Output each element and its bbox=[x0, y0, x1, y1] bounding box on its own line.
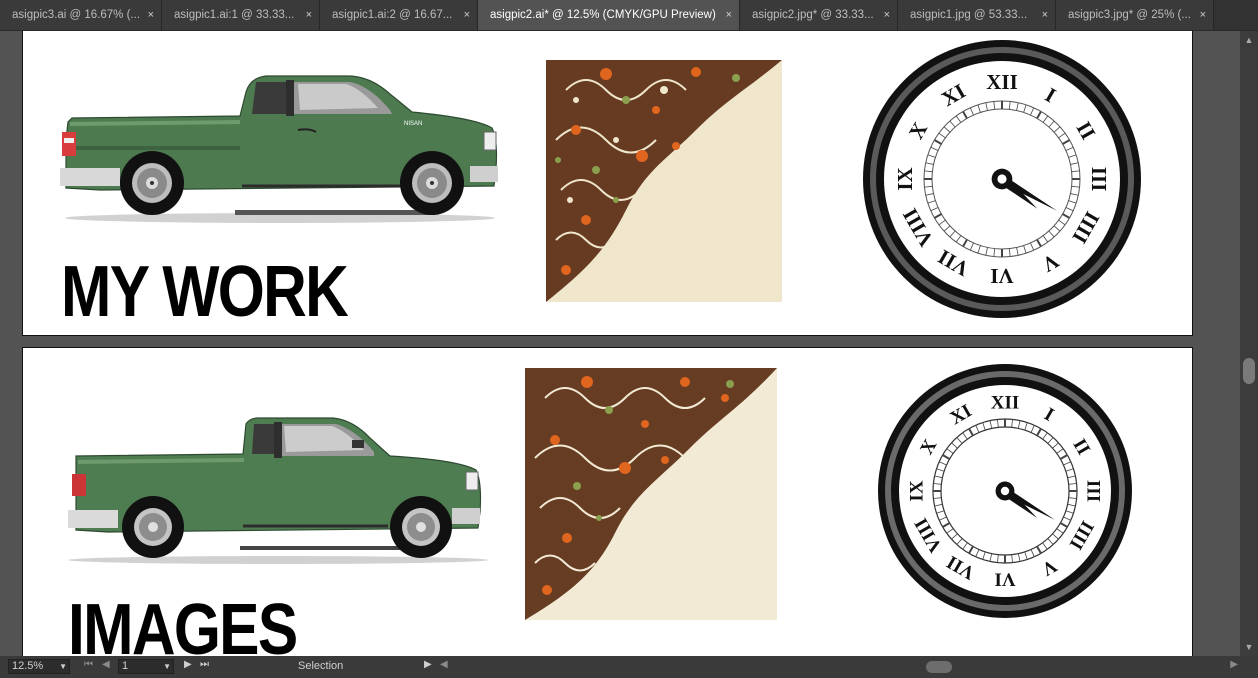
heading-images: IMAGES bbox=[68, 590, 298, 656]
close-icon[interactable]: × bbox=[306, 0, 312, 30]
scroll-left-icon[interactable]: ◀ bbox=[440, 659, 448, 670]
clock-numeral: XII bbox=[986, 70, 1018, 94]
tab-label: asigpic1.jpg @ 53.33... bbox=[910, 9, 1028, 21]
scroll-up-icon[interactable]: ▲ bbox=[1240, 33, 1258, 47]
close-icon[interactable]: × bbox=[1200, 0, 1206, 30]
tab-label: asigpic1.ai:2 @ 16.67... bbox=[332, 9, 453, 21]
tab-asigpic1-ai-2[interactable]: asigpic1.ai:2 @ 16.67... × bbox=[320, 0, 478, 30]
status-bar: 12.5% ▼ ⏮ ◀ 1 ▼ ▶ ⏭ Selection ▶ ◀ ▶ bbox=[0, 656, 1258, 678]
tab-label: asigpic2.jpg* @ 33.33... bbox=[752, 9, 874, 21]
scroll-down-icon[interactable]: ▼ bbox=[1240, 640, 1258, 654]
clock-numeral: IX bbox=[907, 480, 928, 501]
zoom-level-select[interactable]: 12.5% ▼ bbox=[8, 659, 70, 674]
previous-artboard-icon[interactable]: ◀ bbox=[102, 659, 110, 670]
clock-numeral: VI bbox=[994, 569, 1015, 590]
first-artboard-icon[interactable]: ⏮ bbox=[84, 659, 93, 670]
tab-asigpic3-ai[interactable]: asigpic3.ai @ 16.67% (... × bbox=[0, 0, 162, 30]
tab-asigpic2-ai[interactable]: asigpic2.ai* @ 12.5% (CMYK/GPU Preview) × bbox=[478, 0, 740, 30]
tab-label: asigpic3.jpg* @ 25% (... bbox=[1068, 9, 1191, 21]
tab-label: asigpic3.ai @ 16.67% (... bbox=[12, 9, 141, 21]
clock-face-photo: XIIIIIIIIIIIIVVIVIIVIIIIXXXI bbox=[878, 364, 1132, 618]
artboard-my-work[interactable]: NISAN XII I II III IIII V VI VII VIII IX… bbox=[22, 31, 1193, 336]
tab-asigpic3-jpg[interactable]: asigpic3.jpg* @ 25% (... × bbox=[1056, 0, 1214, 30]
canvas-workspace[interactable]: NISAN XII I II III IIII V VI VII VIII IX… bbox=[0, 31, 1240, 656]
scroll-thumb[interactable] bbox=[926, 661, 952, 673]
document-tab-bar: asigpic3.ai @ 16.67% (... × asigpic1.ai:1… bbox=[0, 0, 1258, 31]
artboard-number-select[interactable]: 1 ▼ bbox=[118, 659, 174, 674]
chevron-down-icon: ▼ bbox=[59, 662, 67, 671]
scroll-thumb[interactable] bbox=[1243, 358, 1255, 384]
horizontal-scrollbar[interactable]: ◀ ▶ bbox=[440, 659, 1238, 675]
clock-center-dot bbox=[1000, 486, 1010, 496]
floral-pattern-artwork bbox=[546, 60, 782, 302]
artboard-number: 1 bbox=[122, 660, 129, 672]
current-tool-label: Selection bbox=[298, 660, 344, 672]
scroll-right-icon[interactable]: ▶ bbox=[1230, 659, 1238, 670]
clock-center-dot bbox=[997, 174, 1007, 184]
chevron-down-icon: ▼ bbox=[163, 662, 171, 671]
tab-asigpic1-jpg[interactable]: asigpic1.jpg @ 53.33... × bbox=[898, 0, 1056, 30]
close-icon[interactable]: × bbox=[884, 0, 890, 30]
clock-face-artwork: XIIIIIIIIIIIIVVIVIIVIIIIXXXI bbox=[863, 40, 1141, 318]
next-artboard-icon[interactable]: ▶ bbox=[184, 659, 192, 670]
heading-my-work: MY WORK bbox=[61, 252, 349, 332]
floral-pattern-photo bbox=[525, 368, 777, 620]
last-artboard-icon[interactable]: ⏭ bbox=[200, 659, 209, 670]
clock-numeral: XII bbox=[991, 393, 1020, 414]
close-icon[interactable]: × bbox=[726, 0, 732, 30]
close-icon[interactable]: × bbox=[464, 0, 470, 30]
tab-asigpic2-jpg[interactable]: asigpic2.jpg* @ 33.33... × bbox=[740, 0, 898, 30]
status-menu-icon[interactable]: ▶ bbox=[424, 659, 432, 670]
artboard-images[interactable]: XII I II III IIII V VI VII VIII IX X XI IMAGES bbox=[22, 347, 1193, 656]
vertical-scrollbar[interactable]: ▲ ▼ bbox=[1240, 31, 1258, 656]
clock-numeral: IX bbox=[893, 167, 917, 190]
close-icon[interactable]: × bbox=[1042, 0, 1048, 30]
truck-photo bbox=[68, 417, 488, 564]
truck-badge-text: NISAN bbox=[404, 121, 422, 127]
truck-image-artwork: NISAN bbox=[60, 75, 498, 223]
clock-numeral: VI bbox=[990, 264, 1013, 288]
clock-numeral: III bbox=[1083, 480, 1104, 502]
close-icon[interactable]: × bbox=[148, 0, 154, 30]
tab-asigpic1-ai-1[interactable]: asigpic1.ai:1 @ 33.33... × bbox=[162, 0, 320, 30]
tab-label: asigpic2.ai* @ 12.5% (CMYK/GPU Preview) bbox=[490, 9, 716, 21]
clock-numeral: III bbox=[1087, 167, 1111, 192]
zoom-value: 12.5% bbox=[12, 660, 44, 672]
tab-label: asigpic1.ai:1 @ 33.33... bbox=[174, 9, 295, 21]
